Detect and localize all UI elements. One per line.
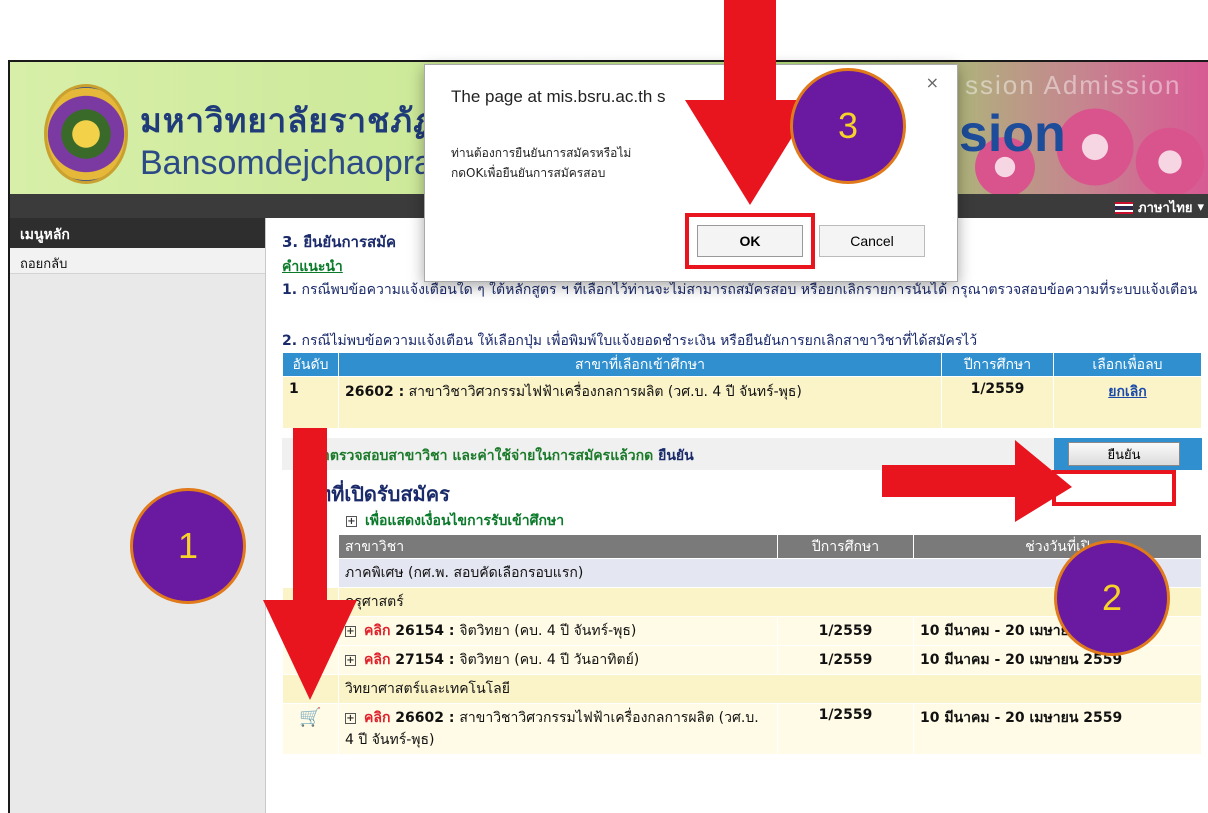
confirm-button[interactable]: ยืนยัน — [1068, 442, 1180, 466]
expand-icon[interactable]: + — [345, 625, 356, 637]
table-row: 🛒 + คลิก 26602 : สาขาวิชาวิศวกรรมไฟฟ้าเคร… — [282, 703, 1202, 755]
col-year: ปีการศึกษา — [941, 352, 1054, 377]
thai-flag-icon — [1115, 201, 1133, 214]
click-link[interactable]: คลิก — [364, 623, 390, 639]
cancel-button[interactable]: Cancel — [819, 225, 925, 257]
click-link[interactable]: คลิก — [364, 652, 390, 668]
col-rank: อันดับ — [282, 352, 339, 377]
dialog-title: The page at mis.bsru.ac.th s — [451, 87, 666, 106]
year-cell: 1/2559 — [941, 376, 1054, 429]
rank-cell: 1 — [282, 376, 339, 429]
flower-decoration — [1130, 122, 1208, 202]
advice-link[interactable]: คำแนะนำ — [282, 256, 343, 278]
dialog-message: ท่านต้องการยืนยันการสมัครหรือไม่ กดOKเพื… — [451, 146, 632, 180]
sidebar-title: เมนูหลัก — [10, 218, 265, 248]
step-1-marker: 1 — [130, 488, 246, 604]
language-label: ภาษาไทย — [1138, 201, 1193, 216]
cart-icon[interactable]: 🛒 — [299, 707, 321, 728]
note-2: 2. กรณีไม่พบข้อความแจ้งเตือน ให้เลือกปุ่… — [282, 333, 978, 349]
confirm-highlight-box — [1052, 470, 1176, 506]
click-link[interactable]: คลิก — [364, 710, 390, 726]
expand-icon[interactable]: + — [345, 712, 356, 724]
table-row: 1 26602 : สาขาวิชาวิศวกรรมไฟฟ้าเครื่องกล… — [282, 376, 1202, 429]
page-title: 3. ยืนยันการสมัค — [282, 233, 397, 251]
confirm-row: าตรวจสอบสาขาวิชา และค่าใช้จ่ายในการสมัคร… — [282, 438, 1202, 470]
admission-watermark: ssion Admission — [965, 70, 1182, 100]
step-3-marker: 3 — [790, 68, 906, 184]
close-icon[interactable]: × — [926, 73, 939, 92]
expand-icon[interactable]: + — [345, 654, 356, 666]
cancel-link[interactable]: ยกเลิก — [1108, 384, 1147, 400]
table-row: 🛒 + คลิก 27154 : จิตวิทยา (คบ. 4 ปี วันอา… — [282, 645, 1202, 675]
col-program: สาขาที่เลือกเข้าศึกษา — [338, 352, 942, 377]
language-selector[interactable]: ภาษาไทย ▾ — [1115, 197, 1204, 218]
conditions-toggle[interactable]: + เพื่อแสดงเงื่อนไขการรับเข้าศึกษา — [346, 510, 564, 532]
program-cell: 26602 : สาขาวิชาวิศวกรรมไฟฟ้าเครื่องกลกา… — [338, 376, 942, 429]
col-period: ช่วงวันที่เปิ — [913, 534, 1202, 559]
university-name-en: Bansomdejchaopraya — [140, 144, 469, 182]
confirm-instruction: าตรวจสอบสาขาวิชา และค่าใช้จ่ายในการสมัคร… — [322, 448, 694, 464]
cart-icon[interactable]: 🛒 — [299, 650, 321, 671]
expand-icon: + — [346, 515, 357, 527]
selected-programs-table: อันดับ สาขาที่เลือกเข้าศึกษา ปีการศึกษา … — [282, 352, 1202, 429]
caret-down-icon: ▾ — [1197, 200, 1204, 215]
ok-highlight-box — [685, 213, 815, 269]
sidebar-item-back[interactable]: ถอยกลับ — [10, 248, 265, 274]
col-program: สาขาวิชา — [338, 534, 778, 559]
cart-icon[interactable]: 🛒 — [299, 621, 321, 642]
delete-cell: ยกเลิก — [1053, 376, 1202, 429]
note-1: 1. กรณีพบข้อความแจ้งเตือนใด ๆ ใต้หลักสูต… — [282, 282, 1198, 298]
col-delete: เลือกเพื่อลบ — [1053, 352, 1202, 377]
step-2-marker: 2 — [1054, 540, 1170, 656]
col-year: ปีการศึกษา — [777, 534, 914, 559]
open-programs-title: เภทที่เปิดรับสมัคร — [298, 482, 450, 506]
group-row: วิทยาศาสตร์และเทคโนโลยี — [282, 674, 1202, 704]
university-logo — [44, 84, 128, 184]
